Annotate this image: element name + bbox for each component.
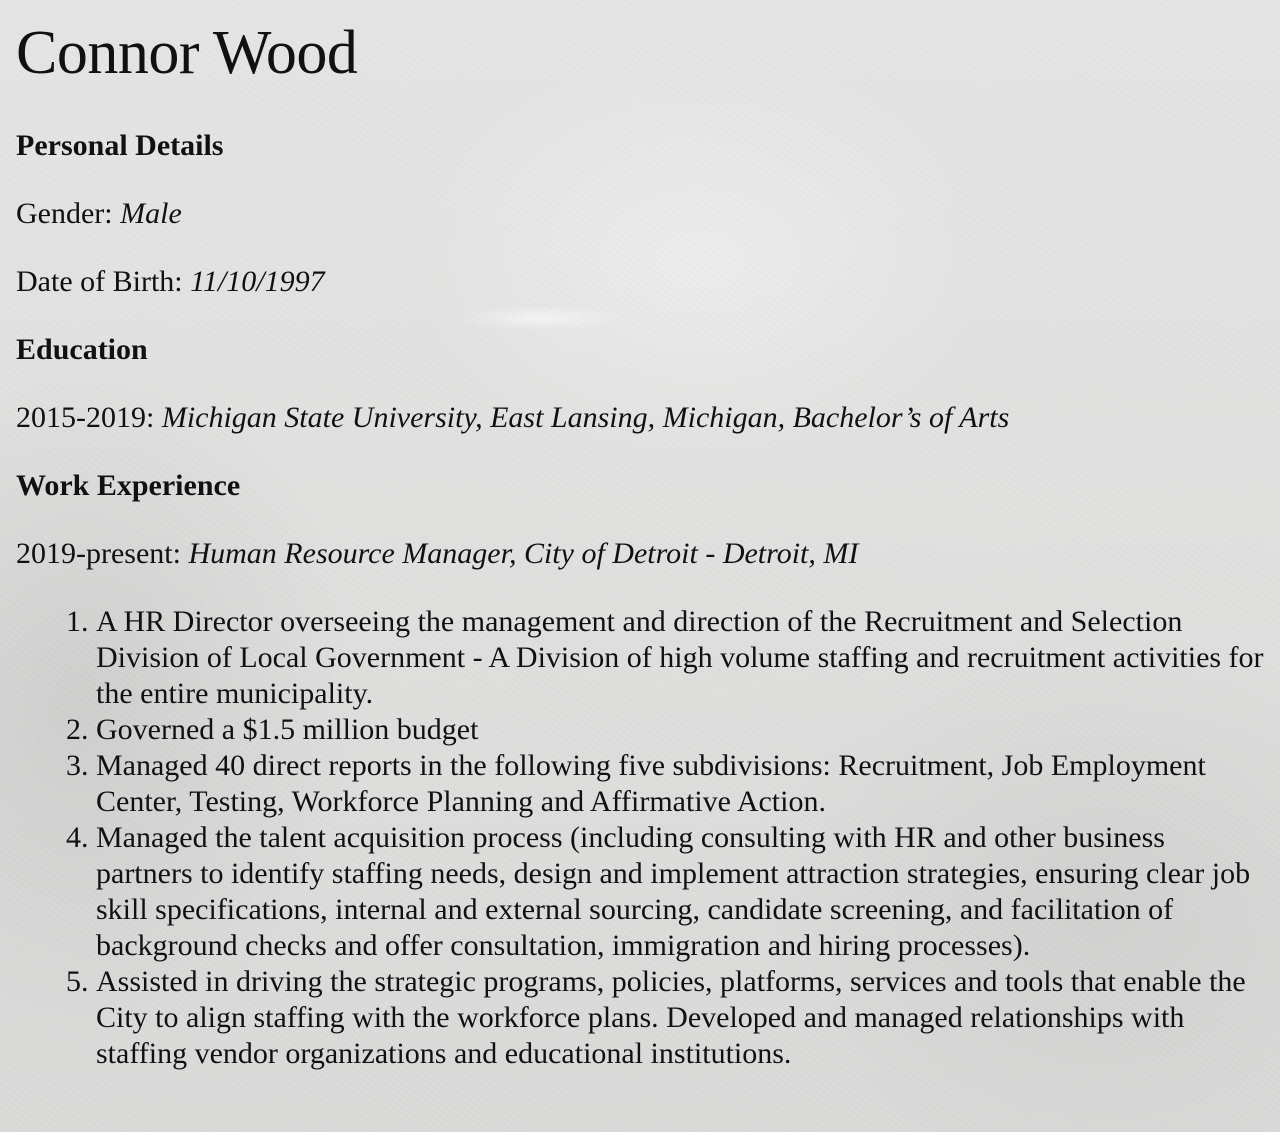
gender-label: Gender: bbox=[16, 197, 113, 230]
education-detail: Michigan State University, East Lansing,… bbox=[161, 401, 1010, 434]
job-entry: 2019-present: Human Resource Manager, Ci… bbox=[16, 536, 1264, 572]
job-duty-item: Managed 40 direct reports in the followi… bbox=[96, 748, 1264, 820]
job-duty-item: A HR Director overseeing the management … bbox=[96, 604, 1264, 712]
education-entry: 2015-2019: Michigan State University, Ea… bbox=[16, 400, 1264, 436]
dob-line: Date of Birth: 11/10/1997 bbox=[16, 264, 1264, 300]
dob-label: Date of Birth: bbox=[16, 265, 183, 298]
job-title: Human Resource Manager, City of Detroit … bbox=[188, 537, 859, 570]
resume-page: Connor Wood Personal Details Gender: Mal… bbox=[16, 18, 1264, 1072]
resume-name: Connor Wood bbox=[16, 19, 358, 87]
personal-details-heading: Personal Details bbox=[16, 129, 224, 162]
gender-value: Male bbox=[120, 197, 182, 230]
job-duty-item: Managed the talent acquisition process (… bbox=[96, 820, 1264, 964]
job-duty-item: Assisted in driving the strategic progra… bbox=[96, 964, 1264, 1072]
dob-value: 11/10/1997 bbox=[190, 265, 325, 298]
gender-line: Gender: Male bbox=[16, 196, 1264, 232]
job-period: 2019-present: bbox=[16, 537, 181, 570]
work-experience-heading: Work Experience bbox=[16, 469, 241, 502]
education-heading: Education bbox=[16, 333, 148, 366]
education-period: 2015-2019: bbox=[16, 401, 155, 434]
job-duty-item: Governed a $1.5 million budget bbox=[96, 712, 1264, 748]
job-duties-list: A HR Director overseeing the management … bbox=[16, 604, 1264, 1072]
